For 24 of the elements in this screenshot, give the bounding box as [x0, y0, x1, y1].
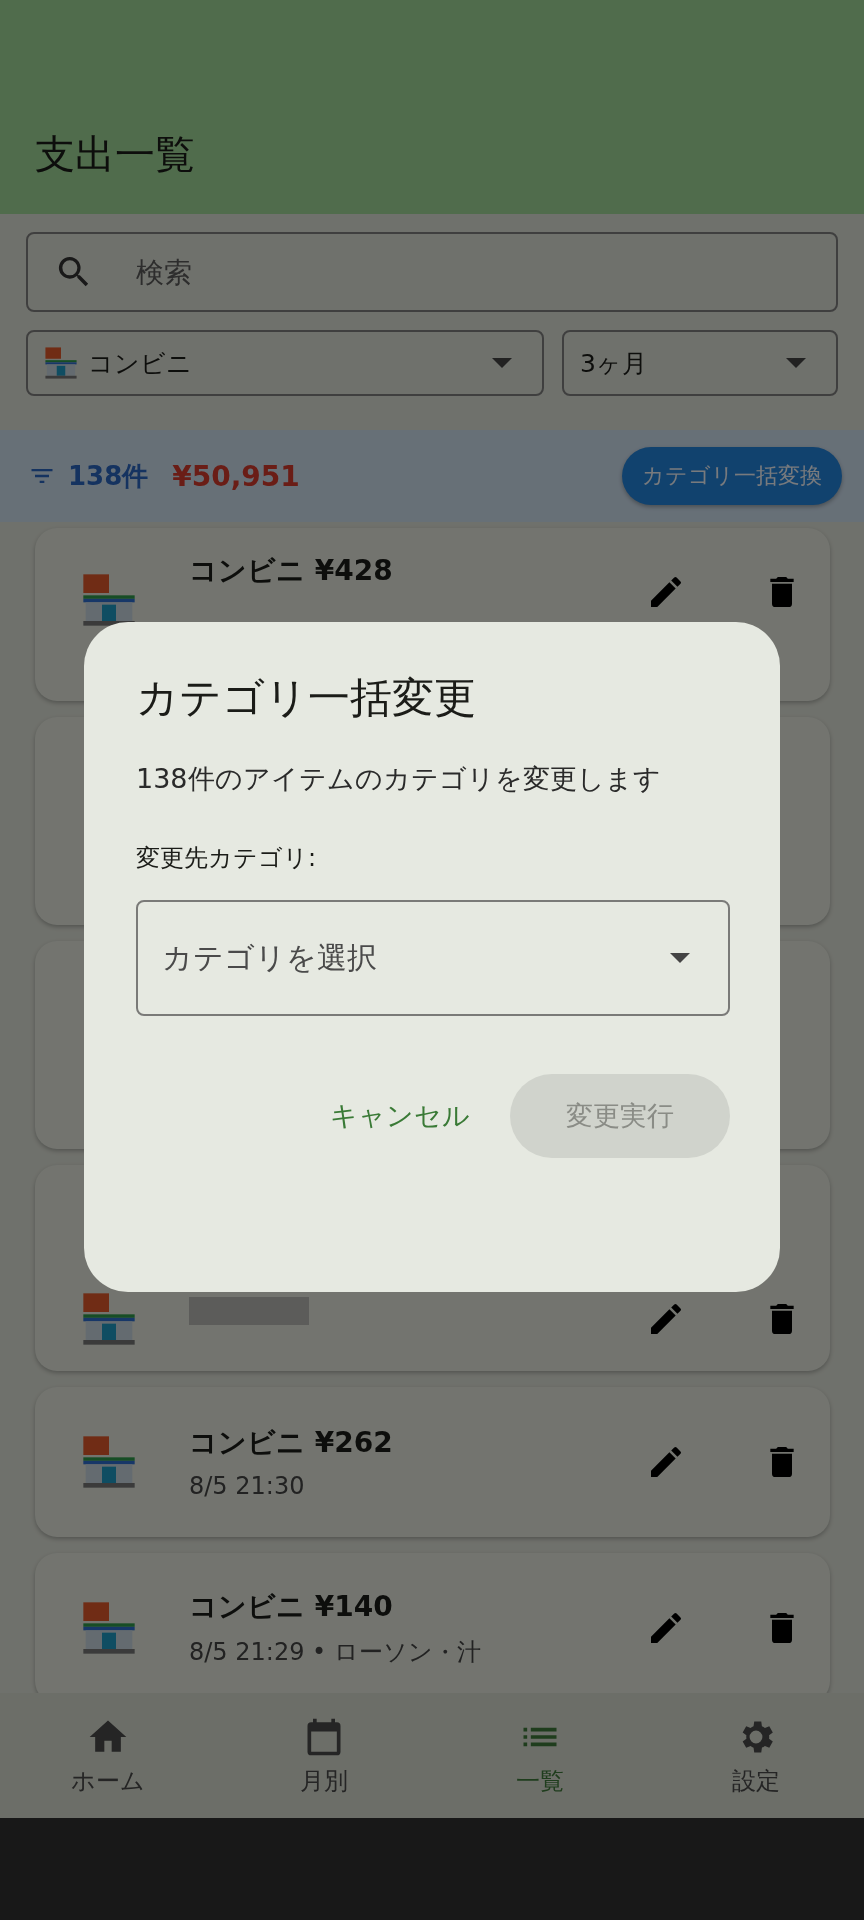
expense-detail: 8/5 21:30: [189, 1472, 306, 1500]
expense-title: コンビニ ¥140: [189, 1589, 394, 1625]
nav-tab[interactable]: ホーム: [0, 1693, 216, 1818]
expense-card[interactable]: コンビニ ¥140 8/5 21:29 • ローソン・汁: [35, 1553, 830, 1693]
category-select[interactable]: カテゴリを選択: [136, 900, 730, 1016]
expense-title: コンビニ ¥262: [189, 1425, 394, 1461]
expense-card[interactable]: コンビニ ¥262 8/5 21:30: [35, 1387, 830, 1537]
dropdown-value: 3ヶ月: [579, 347, 648, 380]
nav-tab[interactable]: 一覧: [432, 1693, 648, 1818]
search-field[interactable]: 検索: [26, 232, 838, 312]
filter-dropdown[interactable]: 3ヶ月: [561, 330, 838, 396]
field-label: 変更先カテゴリ:: [136, 843, 318, 874]
nav-tab[interactable]: 設定: [648, 1693, 864, 1818]
expense-detail: 8/5 21:29 • ローソン・汁: [189, 1637, 482, 1668]
bulk-change-button[interactable]: カテゴリ一括変換: [622, 447, 842, 505]
item-count: 138件: [68, 459, 149, 493]
dialog-message: 138件のアイテムのカテゴリを変更します: [136, 762, 662, 796]
filter-dropdown[interactable]: コンビニ: [26, 330, 544, 396]
cancel-button[interactable]: キャンセル: [330, 1088, 470, 1144]
expense-title: コンビニ ¥428: [189, 553, 394, 589]
dropdown-value: コンビニ: [88, 347, 193, 380]
total-amount: ¥50,951: [172, 459, 301, 493]
page-title: 支出一覧: [35, 130, 195, 179]
nav-tab[interactable]: 月別: [216, 1693, 432, 1818]
